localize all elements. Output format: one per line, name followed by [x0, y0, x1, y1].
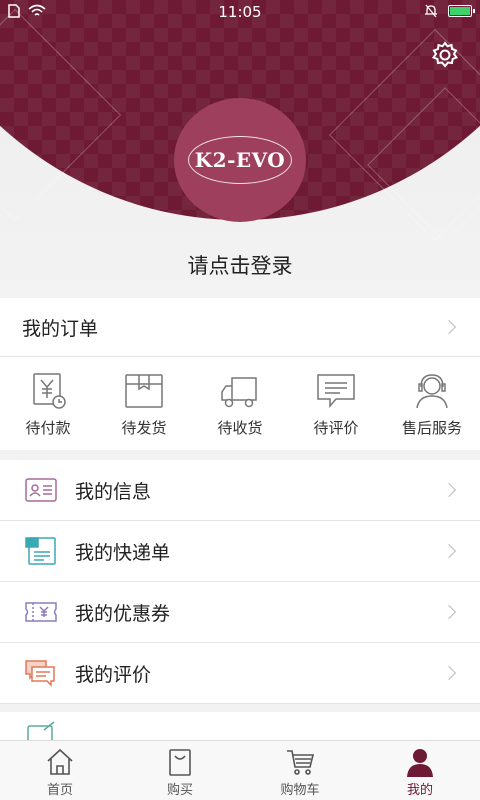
order-status-pending-shipment[interactable]: 待发货 — [96, 357, 192, 449]
user-icon — [407, 749, 433, 777]
profile-card-icon — [25, 478, 57, 502]
shopping-bag-icon — [169, 749, 191, 776]
order-status-after-sales[interactable]: 售后服务 — [384, 357, 480, 449]
chevron-right-icon — [441, 543, 457, 559]
menu-item-label: 我的信息 — [75, 480, 152, 503]
tab-buy[interactable]: 购买 — [120, 741, 240, 800]
pending-review-icon — [317, 374, 355, 409]
status-time: 11:05 — [218, 3, 262, 21]
menu-item-my-info[interactable]: 我的信息 — [0, 460, 480, 521]
delivery-note-icon — [25, 537, 56, 565]
tab-cart[interactable]: 购物车 — [240, 741, 360, 800]
comment-icon — [25, 660, 55, 687]
menu-item-delivery-notes[interactable]: 我的快递单 — [0, 521, 480, 582]
after-sales-icon — [416, 374, 448, 409]
menu-item-coupons[interactable]: 我的优惠券 — [0, 582, 480, 643]
my-orders-row[interactable]: 我的订单 — [0, 298, 480, 357]
login-prompt[interactable]: 请点击登录 — [0, 250, 480, 280]
bottom-tab-bar: 首页 购买 购物车 我的 — [0, 740, 480, 800]
menu-item-label: 我的优惠券 — [75, 602, 171, 625]
cart-icon — [287, 750, 315, 775]
coupon-icon — [25, 602, 57, 622]
order-status-pending-review[interactable]: 待评价 — [288, 357, 384, 449]
battery-icon — [448, 5, 475, 17]
menu-item-label: 我的快递单 — [75, 541, 171, 564]
order-status-pending-receipt[interactable]: 待收货 — [192, 357, 288, 449]
tab-home[interactable]: 首页 — [0, 741, 120, 800]
chevron-right-icon — [441, 604, 457, 620]
pending-shipment-icon — [125, 374, 163, 408]
brand-logo-text: K2-EVO — [194, 148, 286, 172]
order-status-pending-payment[interactable]: 待付款 — [0, 357, 96, 449]
brand-logo[interactable]: K2-EVO — [174, 98, 306, 222]
chevron-right-icon — [441, 665, 457, 681]
mute-bell-icon — [425, 4, 437, 18]
settings-gear-icon[interactable] — [430, 40, 460, 70]
chevron-right-icon — [441, 482, 457, 498]
pending-receipt-icon — [221, 377, 257, 408]
account-menu: 我的信息 我的快递单 我的优惠券 我的评价 — [0, 460, 480, 704]
tab-mine[interactable]: 我的 — [360, 741, 480, 800]
menu-item-my-reviews[interactable]: 我的评价 — [0, 643, 480, 704]
orders-panel: 我的订单 待付款 待发货 待收货 待评价 售后服务 — [0, 298, 480, 450]
menu-item-label: 我的评价 — [75, 663, 152, 686]
profile-header: K2-EVO 请点击登录 — [0, 0, 480, 298]
my-orders-title: 我的订单 — [22, 317, 99, 340]
pending-payment-icon — [33, 373, 66, 409]
status-bar: 11:05 — [0, 0, 480, 24]
home-icon — [47, 748, 73, 775]
chevron-right-icon — [441, 319, 457, 335]
